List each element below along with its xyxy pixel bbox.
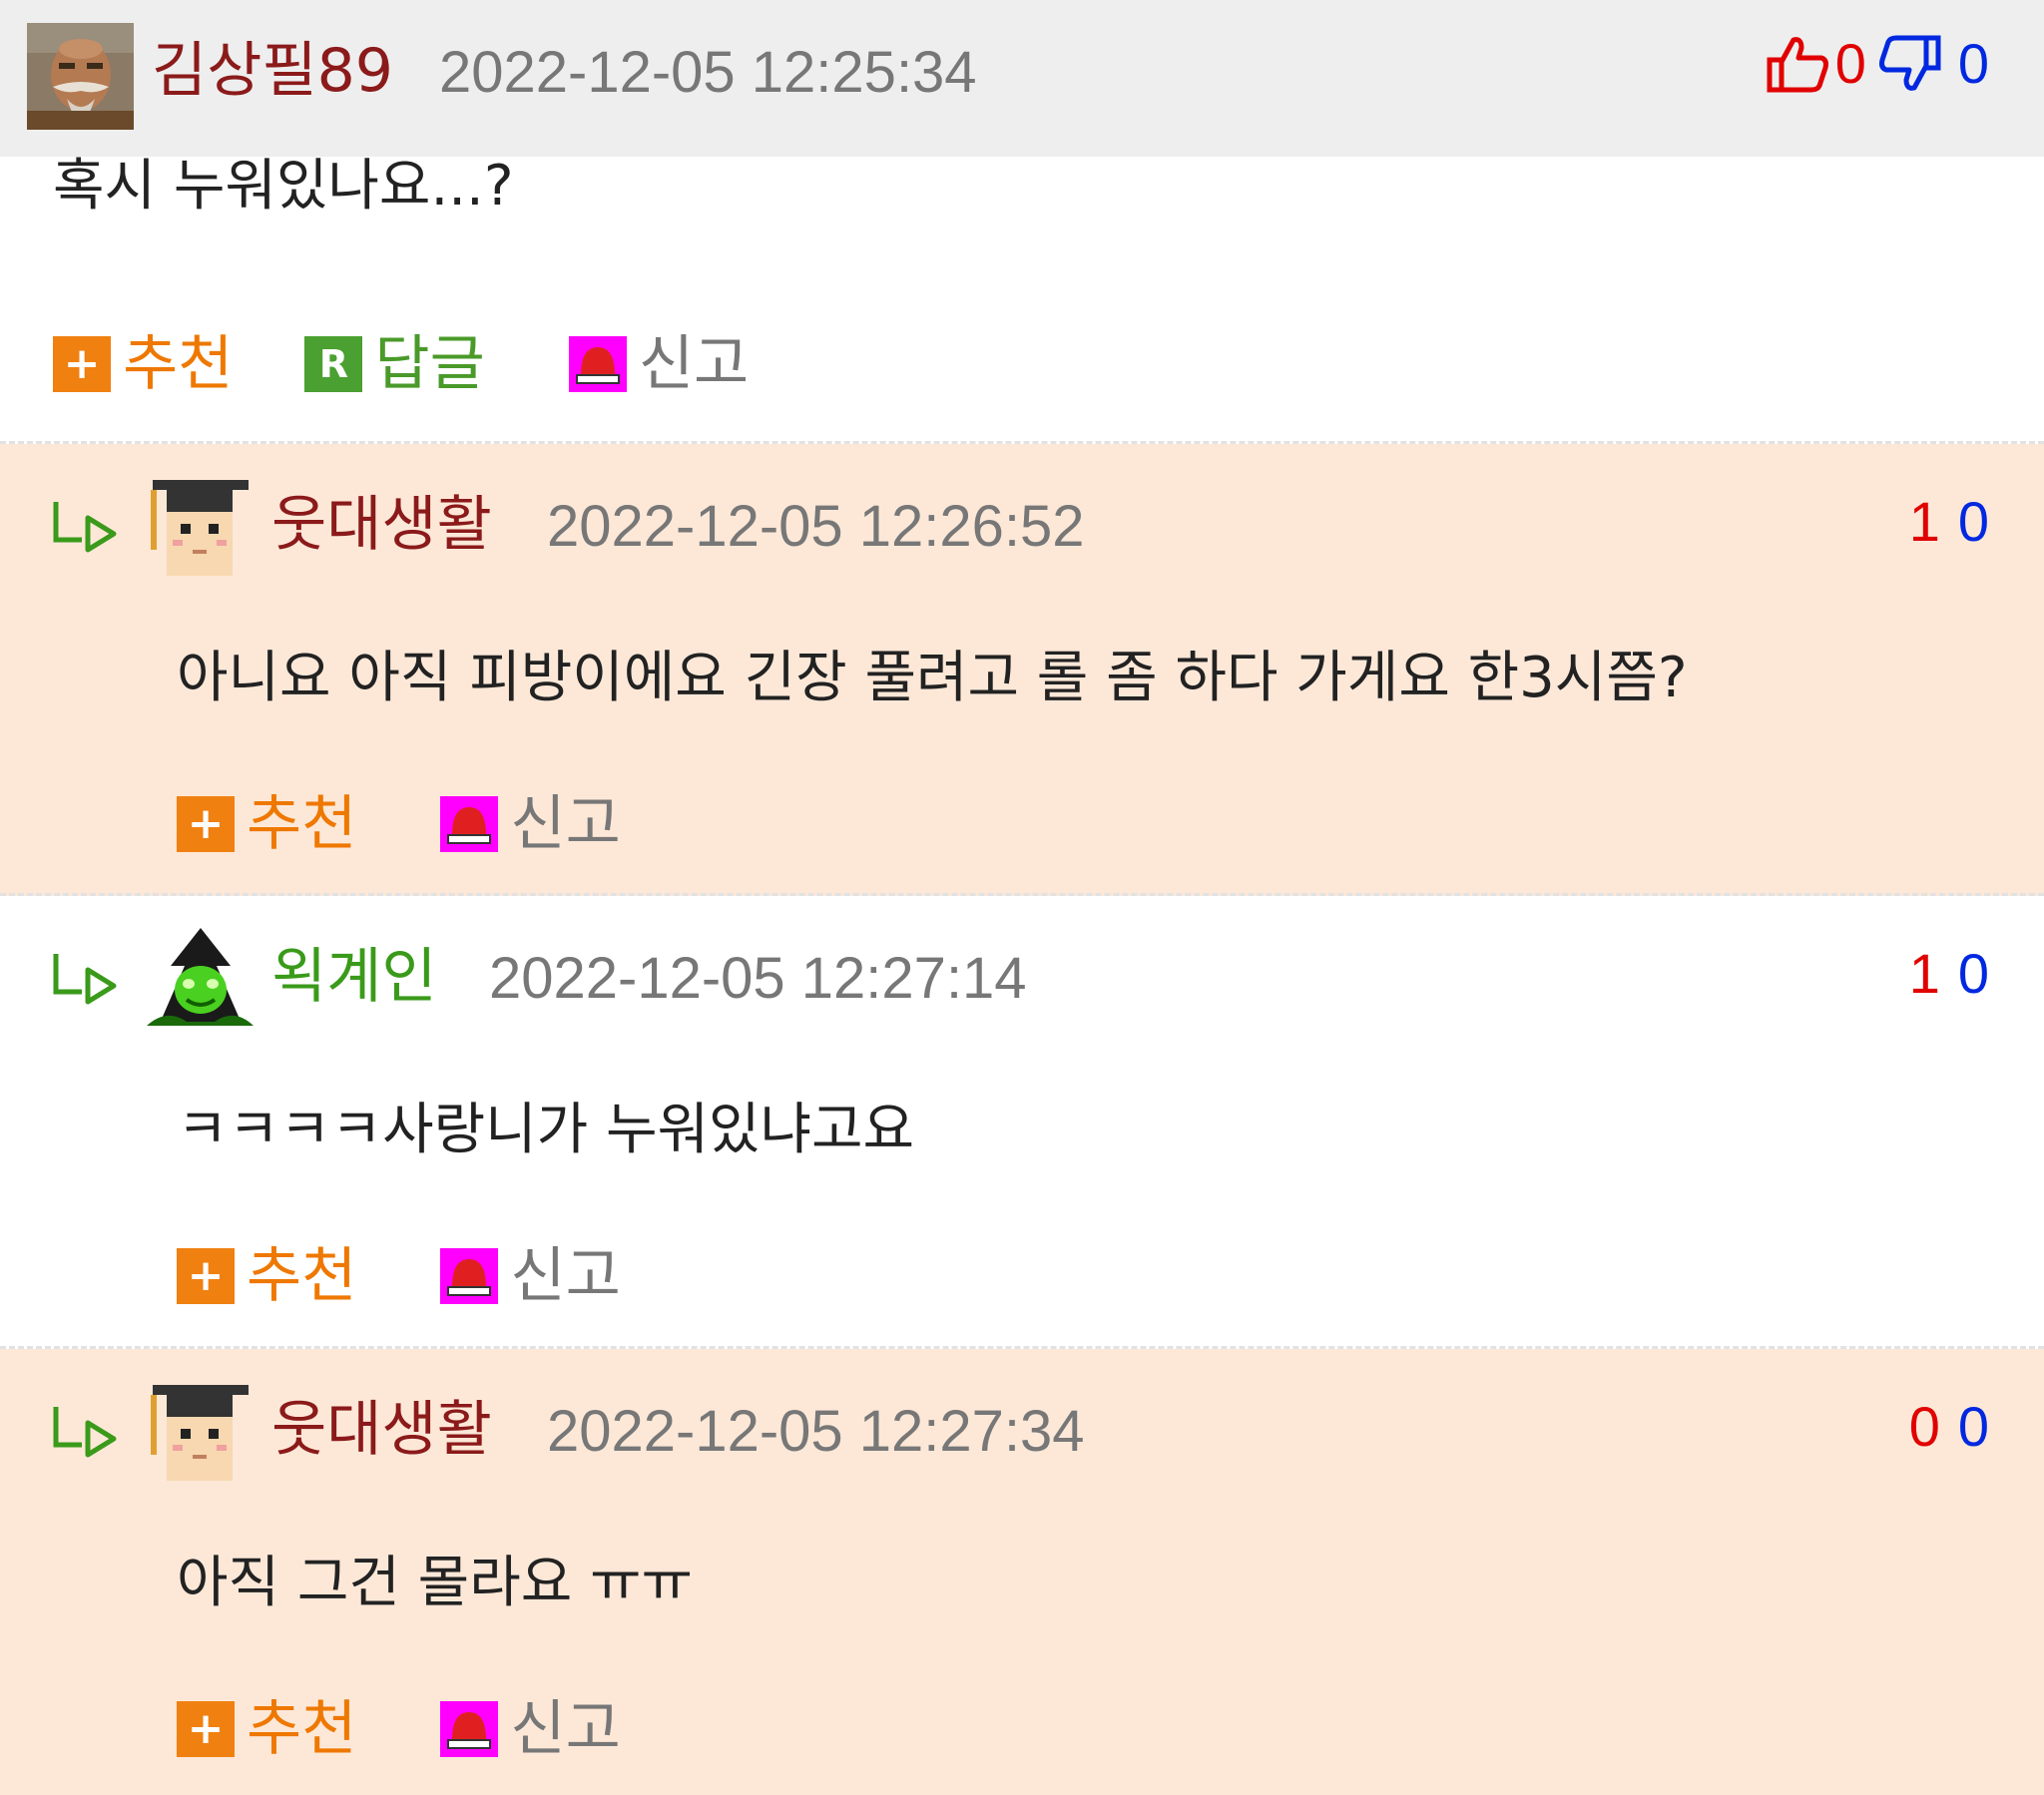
comment-content: 아직 그건 몰라요 ㅠㅠ	[177, 1551, 694, 1615]
reply-comment: 웃대생활 2022-12-05 12:26:52 10 아니요 아직 피방이에요…	[0, 444, 2044, 896]
report-label: 신고	[510, 1694, 621, 1764]
downvote-count: 0	[1957, 1395, 1989, 1458]
recommend-label: 추천	[247, 789, 357, 859]
upvote-count: 1	[1908, 490, 1940, 553]
comment-actions: + 추천 R 답글 신고	[53, 328, 749, 400]
recommend-label: 추천	[123, 329, 234, 399]
siren-icon	[568, 336, 627, 392]
downvote-count: 0	[1957, 32, 1989, 95]
siren-icon	[440, 796, 499, 852]
siren-icon	[440, 1248, 499, 1304]
recommend-label: 추천	[247, 1694, 357, 1764]
reply-button[interactable]: R 답글	[304, 328, 485, 400]
upvote-count: 0	[1908, 1395, 1940, 1458]
plus-icon: +	[177, 1248, 235, 1304]
vote-counts: 00	[1909, 1395, 1989, 1459]
comment-header: 김상필89 2022-12-05 12:25:34 0 0	[0, 0, 2044, 157]
report-label: 신고	[510, 789, 621, 859]
downvote-count: 0	[1957, 942, 1989, 1005]
comment-actions: + 추천 신고	[177, 1240, 621, 1312]
reply-r-icon: R	[304, 336, 363, 392]
report-button[interactable]: 신고	[440, 1693, 621, 1765]
thumbs-down-icon[interactable]	[1876, 34, 1944, 94]
recommend-button[interactable]: + 추천	[177, 788, 356, 860]
recommend-button[interactable]: + 추천	[177, 1693, 356, 1765]
recommend-label: 추천	[247, 1241, 357, 1311]
vote-counts: 10	[1909, 942, 1989, 1006]
comment-timestamp: 2022-12-05 12:25:34	[439, 40, 977, 105]
siren-icon	[440, 1701, 499, 1757]
upvote-count: 1	[1908, 942, 1940, 1005]
report-button[interactable]: 신고	[440, 788, 621, 860]
report-button[interactable]: 신고	[440, 1240, 621, 1312]
comment-body: 혹시 누워있나요...? + 추천 R 답글 신고	[0, 154, 2044, 444]
comment-actions: + 추천 신고	[177, 788, 621, 860]
report-button[interactable]: 신고	[568, 328, 750, 400]
comment-author[interactable]: 김상필89	[152, 35, 393, 107]
avatar[interactable]	[147, 926, 254, 1033]
avatar[interactable]	[147, 474, 254, 581]
report-label: 신고	[510, 1241, 621, 1311]
thumbs-up-icon[interactable]	[1764, 34, 1831, 94]
comment-timestamp: 2022-12-05 12:27:14	[489, 946, 1027, 1011]
comment-author[interactable]: 왹계인	[271, 941, 437, 1013]
reply-arrow-icon	[52, 952, 120, 1016]
reply-arrow-icon	[52, 500, 120, 564]
plus-icon: +	[53, 336, 111, 392]
plus-icon: +	[177, 796, 235, 852]
reply-label: 답글	[374, 329, 485, 399]
recommend-button[interactable]: + 추천	[53, 328, 233, 400]
reply-comment: 왹계인 2022-12-05 12:27:14 10 ㅋㅋㅋㅋ사랑니가 누워있냐…	[0, 896, 2044, 1349]
comment-content: ㅋㅋㅋㅋ사랑니가 누워있냐고요	[177, 1098, 915, 1162]
vote-box: 0 0	[1764, 32, 1989, 96]
reply-arrow-icon	[52, 1405, 120, 1469]
comment-timestamp: 2022-12-05 12:26:52	[547, 494, 1085, 559]
comment-author[interactable]: 웃대생활	[271, 1394, 492, 1466]
report-label: 신고	[638, 329, 750, 399]
reply-comment: 웃대생활 2022-12-05 12:27:34 00 아직 그건 몰라요 ㅠㅠ…	[0, 1349, 2044, 1795]
comment-content: 혹시 누워있나요...?	[53, 154, 514, 219]
comment-actions: + 추천 신고	[177, 1693, 621, 1765]
comment-timestamp: 2022-12-05 12:27:34	[547, 1399, 1085, 1464]
comment-thread: 김상필89 2022-12-05 12:25:34 0 0 혹시 누워있나요..…	[0, 0, 2044, 1795]
avatar[interactable]	[27, 23, 134, 130]
avatar[interactable]	[147, 1379, 254, 1486]
plus-icon: +	[177, 1701, 235, 1757]
downvote-count: 0	[1957, 490, 1989, 553]
vote-counts: 10	[1909, 490, 1989, 554]
comment-author[interactable]: 웃대생활	[271, 489, 492, 561]
upvote-count: 0	[1834, 32, 1866, 95]
comment-content: 아니요 아직 피방이에요 긴장 풀려고 롤 좀 하다 가게요 한3시쯤?	[177, 646, 1688, 710]
recommend-button[interactable]: + 추천	[177, 1240, 356, 1312]
